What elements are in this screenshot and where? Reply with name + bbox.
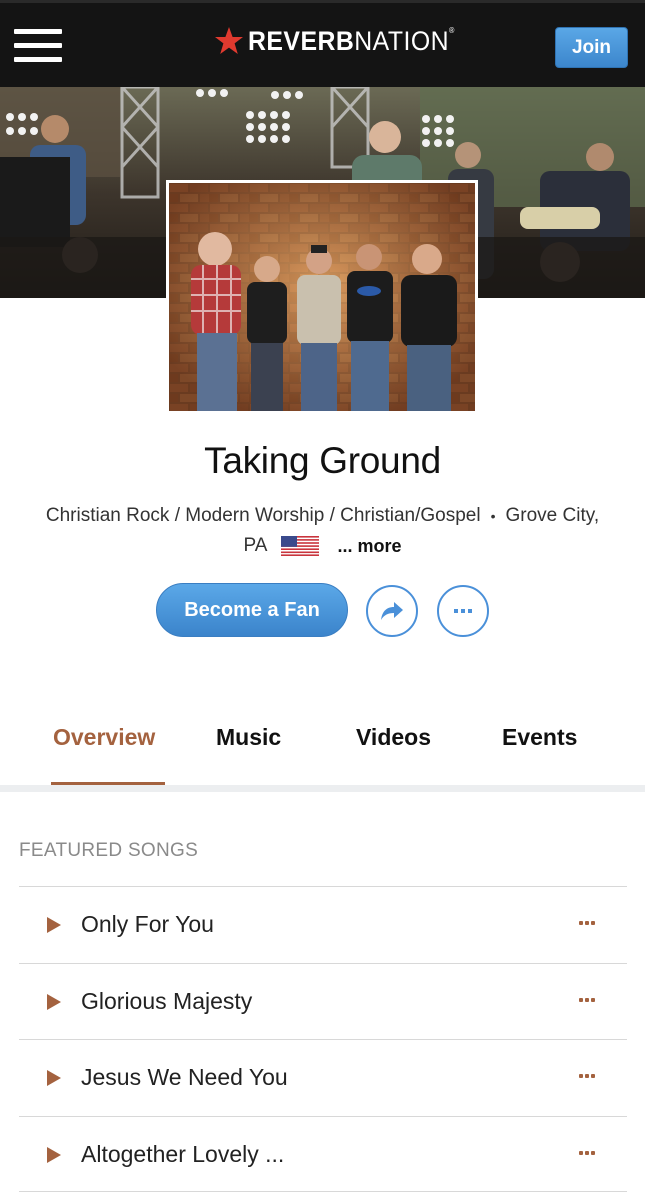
artist-photo[interactable]: [166, 180, 478, 414]
featured-songs-list: Only For You Glorious Majesty Jesus We N…: [19, 886, 627, 1192]
logo-wordmark: REVERBNATION®: [248, 25, 455, 56]
profile-tabs: Overview Music Videos Events: [0, 710, 645, 785]
star-logo-icon: [215, 27, 243, 54]
tabs-divider: [0, 785, 645, 792]
tab-overview[interactable]: Overview: [53, 724, 155, 751]
song-title[interactable]: Only For You: [81, 911, 214, 938]
song-row[interactable]: Jesus We Need You: [19, 1039, 627, 1116]
genres-text: Christian Rock / Modern Worship / Christ…: [45, 505, 481, 526]
featured-songs-heading: FEATURED SONGS: [19, 840, 199, 861]
song-row[interactable]: Altogether Lovely ...: [19, 1115, 627, 1192]
share-button[interactable]: [366, 585, 418, 637]
song-title[interactable]: Altogether Lovely ...: [81, 1141, 284, 1168]
hamburger-menu-icon[interactable]: [14, 29, 64, 65]
location-city: Grove City,: [505, 505, 600, 526]
separator-dot: •: [490, 507, 496, 524]
become-fan-button[interactable]: Become a Fan: [156, 583, 348, 637]
song-menu-icon[interactable]: [579, 1145, 595, 1161]
song-menu-icon[interactable]: [579, 1068, 595, 1084]
play-icon[interactable]: [47, 1070, 61, 1086]
song-title[interactable]: Glorious Majesty: [81, 988, 252, 1015]
genre-location-line: Christian Rock / Modern Worship / Christ…: [0, 505, 645, 527]
tab-events[interactable]: Events: [502, 724, 577, 751]
more-options-button[interactable]: [437, 585, 489, 637]
location-state: PA: [243, 535, 268, 556]
song-row[interactable]: Glorious Majesty: [19, 962, 627, 1040]
top-navigation-bar: REVERBNATION® Join: [0, 0, 645, 87]
tab-music[interactable]: Music: [216, 724, 281, 751]
more-link[interactable]: ... more: [337, 536, 401, 557]
tab-videos[interactable]: Videos: [356, 724, 431, 751]
reverbnation-logo[interactable]: REVERBNATION®: [214, 21, 473, 61]
play-icon[interactable]: [47, 1146, 61, 1163]
share-arrow-icon: [381, 602, 403, 620]
location-line: PA ... more: [0, 535, 645, 557]
song-menu-icon[interactable]: [579, 915, 595, 931]
ellipsis-icon: [454, 609, 472, 613]
play-icon[interactable]: [47, 993, 61, 1010]
us-flag-icon: [281, 536, 320, 556]
song-title[interactable]: Jesus We Need You: [81, 1064, 288, 1091]
artist-name: Taking Ground: [204, 440, 441, 481]
join-button[interactable]: Join: [555, 27, 628, 68]
play-icon[interactable]: [47, 917, 61, 933]
song-row[interactable]: Only For You: [19, 886, 627, 963]
song-menu-icon[interactable]: [579, 992, 595, 1008]
